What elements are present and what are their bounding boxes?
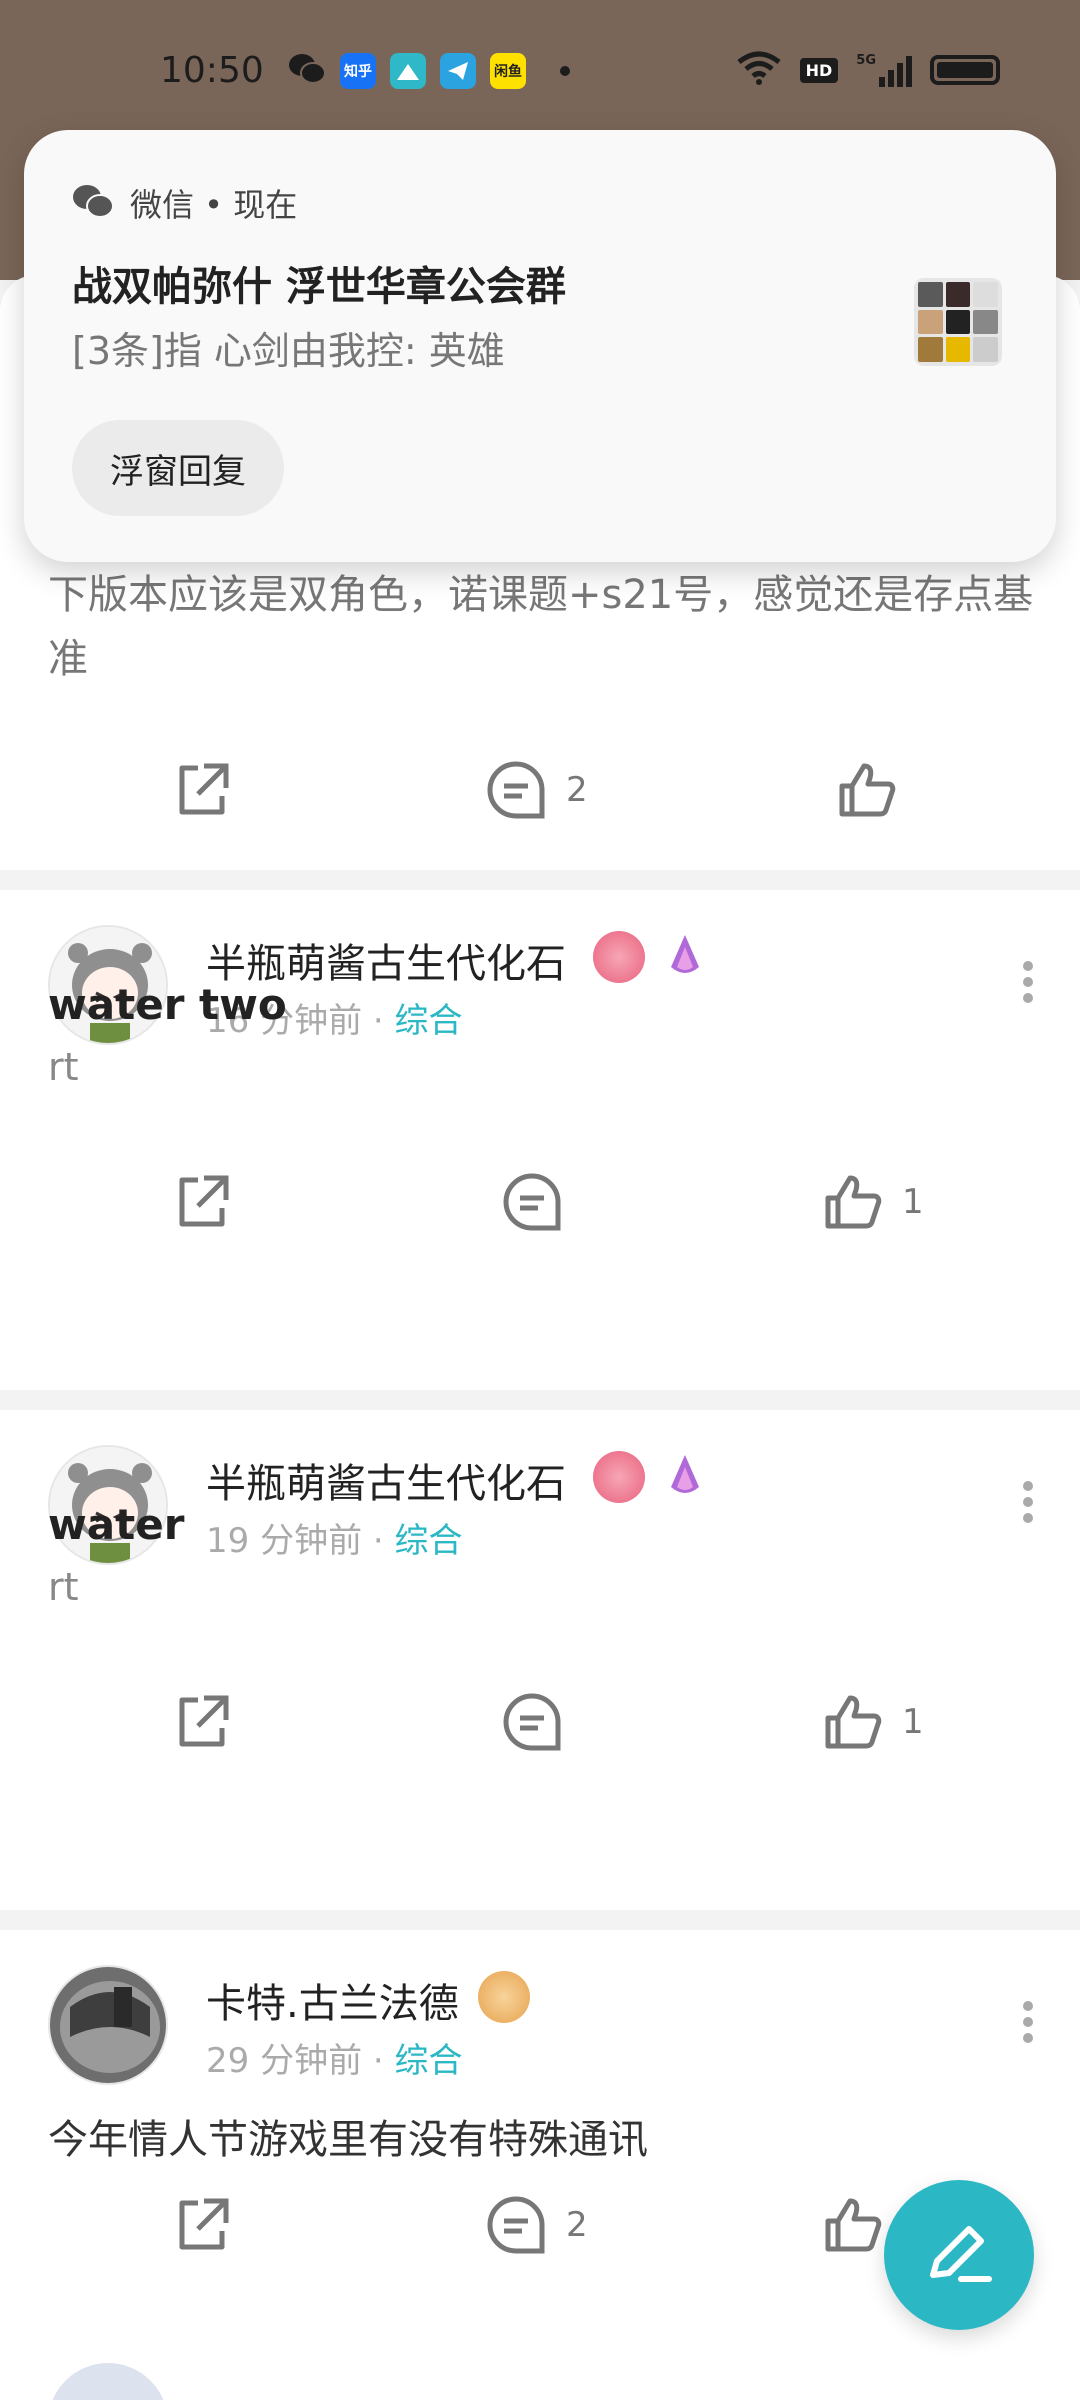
comment-icon [487,2196,545,2254]
comment-count: 2 [566,2205,588,2245]
compose-button[interactable] [884,2180,1034,2330]
post-body: 今年情人节游戏里有没有特殊通讯 [48,2117,648,2163]
post-card[interactable]: 卡特.古兰法德 29 分钟前 · 综合 今年情人节游戏里有没有特殊通讯 2 [0,1930,1080,2390]
comment-button[interactable]: 2 [484,2185,588,2265]
post-time: 19 分钟前 [206,1521,363,1561]
wechat-notification[interactable]: 微信 • 现在 战双帕弥什 浮世华章公会群 [3条]指 心剑由我控: 英雄 浮窗… [24,130,1056,562]
comment-button[interactable] [500,1162,582,1242]
wechat-icon [72,183,114,223]
telegram-icon [440,53,476,89]
xianyu-icon: 闲鱼 [490,53,526,89]
comment-button[interactable]: 2 [484,750,588,830]
notification-title: 战双帕弥什 浮世华章公会群 [72,264,566,310]
status-time: 10:50 [160,50,264,91]
post-time: 29 分钟前 [206,2041,363,2081]
wifi-icon [736,50,782,90]
post-actions: 1 [0,1682,1080,1762]
float-reply-button[interactable]: 浮窗回复 [72,420,284,516]
zhihu-icon: 知乎 [340,53,376,89]
post-meta: 19 分钟前 · 综合 [206,1513,463,1562]
like-count: 1 [902,1182,924,1222]
avatar[interactable] [48,1965,168,2085]
user-badges [593,931,711,987]
author-name[interactable]: 半瓶萌酱古生代化石 [206,1451,566,1509]
like-button[interactable]: 1 [820,1682,924,1762]
notification-text: [3条]指 心剑由我控: 英雄 [72,329,505,373]
post-card-peek [0,2345,1080,2400]
like-button[interactable]: 1 [820,1162,924,1242]
meta-separator: · [362,1521,395,1561]
like-button[interactable] [834,750,916,830]
more-options-icon[interactable] [1018,955,1038,1015]
wechat-icon [288,52,326,90]
post-actions: 2 [0,750,1080,830]
post-meta: 29 分钟前 · 综合 [206,2033,463,2082]
user-badges [478,1971,530,2023]
group-avatar [914,278,1002,366]
meta-separator: · [362,2041,395,2081]
post-title: water two [48,980,287,1029]
comment-count: 2 [566,770,588,810]
feed[interactable]: 下版本应该是双角色，诺课题+s21号，感觉还是存点基准 2 半瓶萌酱古生代化石 [0,275,1080,2400]
share-button[interactable] [170,1682,234,1762]
network-type: 5G [856,53,876,68]
thumbs-up-icon [825,1695,882,1749]
pen-icon [930,2226,992,2282]
post-card[interactable]: 半瓶萌酱古生代化石 16 分钟前 · 综合 water two rt 1 [0,890,1080,1390]
more-notifications-dot [560,66,570,76]
level-badge-icon [593,1451,645,1503]
level-badge-icon [478,1971,530,2023]
comment-button[interactable] [500,1682,582,1762]
post-card[interactable]: 半瓶萌酱古生代化石 19 分钟前 · 综合 water rt 1 [0,1410,1080,1910]
post-category[interactable]: 综合 [395,2041,463,2081]
signal-icon: 5G [856,53,912,87]
comment-icon [503,1693,561,1751]
notification-icons: 知乎 闲鱼 [288,52,570,90]
meta-separator: · [362,1001,395,1041]
post-header: 卡特.古兰法德 29 分钟前 · 综合 [48,1965,1038,2095]
thumbs-up-icon [839,763,896,817]
post-body: rt [48,1045,79,1089]
notification-app-row: 微信 • 现在 [72,180,297,226]
share-icon [179,1695,229,1747]
more-options-icon[interactable] [1018,1475,1038,1535]
share-icon [179,763,229,815]
post-category[interactable]: 综合 [395,1001,463,1041]
like-count: 1 [902,1702,924,1742]
level-badge-icon [593,931,645,983]
author-name[interactable]: 卡特.古兰法德 [206,1971,459,2029]
share-button[interactable] [170,2185,234,2265]
comment-icon [487,761,545,819]
thumbs-up-icon [825,1175,882,1229]
comment-icon [503,1173,561,1231]
rank-badge-icon [659,1451,711,1507]
share-icon [179,1175,229,1227]
thumbs-up-icon [825,2198,882,2252]
app-icon [390,53,426,89]
notification-app-name: 微信 • 现在 [130,186,298,224]
rank-badge-icon [659,931,711,987]
more-options-icon[interactable] [1018,1995,1038,2055]
share-button[interactable] [170,750,234,830]
post-title: water [48,1500,185,1549]
battery-icon [930,55,1000,85]
system-status-icons: HD 5G [736,50,1000,90]
post-actions: 1 [0,1162,1080,1242]
share-icon [179,2198,229,2250]
hd-icon: HD [799,57,839,83]
share-button[interactable] [170,1162,234,1242]
post-header: 半瓶萌酱古生代化石 19 分钟前 · 综合 [48,1445,1038,1575]
post-body: rt [48,1565,79,1609]
avatar [48,2363,168,2400]
post-category[interactable]: 综合 [395,1521,463,1561]
post-body: 下版本应该是双角色，诺课题+s21号，感觉还是存点基准 [48,572,1034,682]
user-badges [593,1451,711,1507]
